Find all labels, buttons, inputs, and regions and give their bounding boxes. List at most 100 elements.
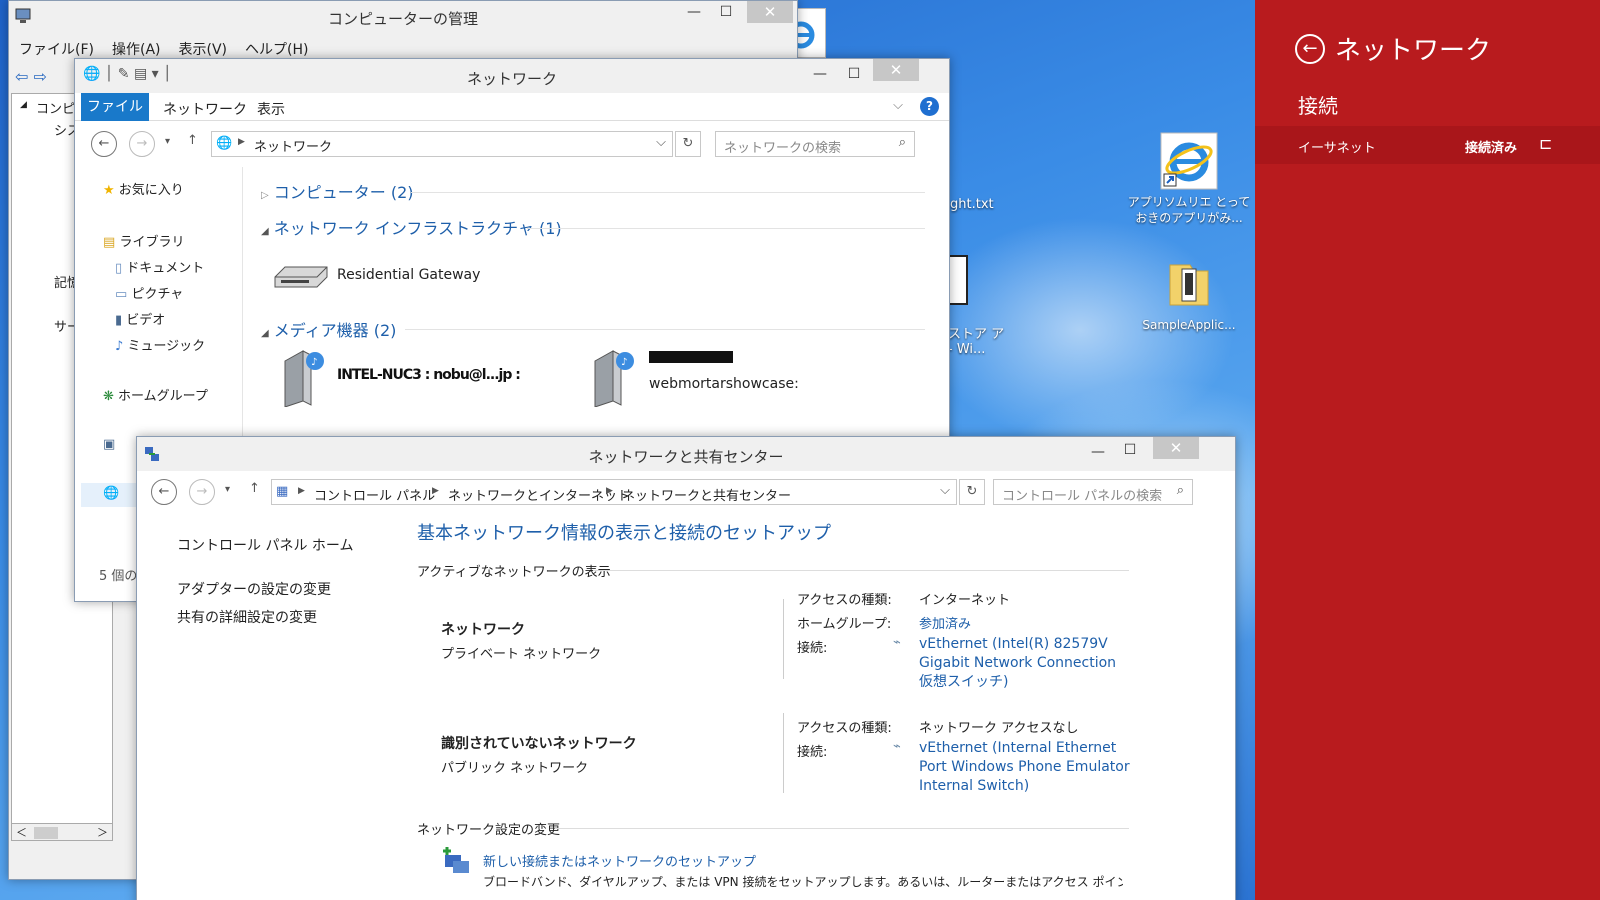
desktop-file-label[interactable]: ght.txt [950, 197, 994, 212]
network1-connection-link[interactable]: vEthernet (Intel(R) 82579V Gigabit Netwo… [919, 635, 1133, 692]
media-device-2[interactable]: ♪ webmortarshowcase: [591, 347, 911, 409]
nav-favorites[interactable]: ★ お気に入り [103, 179, 184, 198]
nav-videos[interactable]: ▮ ビデオ [115, 309, 165, 328]
group-computers-label: コンピューター (2) [273, 183, 414, 202]
group-computers[interactable]: ▷ コンピューター (2) [261, 179, 414, 203]
nsc-titlebar[interactable]: ネットワークと共有センター — ☐ ✕ [137, 437, 1235, 471]
close-button[interactable]: ✕ [747, 1, 793, 23]
store-tile-icon[interactable] [948, 255, 968, 305]
group-media[interactable]: ◢ メディア機器 (2) [261, 317, 396, 341]
network1-type: プライベート ネットワーク [441, 647, 602, 662]
link-control-panel-home[interactable]: コントロール パネル ホーム [177, 535, 353, 555]
nsc-recent-icon[interactable]: ▾ [225, 484, 230, 495]
nsc-refresh-icon[interactable]: ↻ [959, 479, 985, 505]
help-icon[interactable]: ? [920, 97, 939, 116]
nav-favorites-label: お気に入り [118, 183, 184, 198]
group-infrastructure[interactable]: ◢ ネットワーク インフラストラクチャ (1) [261, 215, 562, 239]
breadcrumb-network-internet[interactable]: ネットワークとインターネット [448, 485, 630, 504]
nsc-minimize-button[interactable]: — [1083, 441, 1113, 463]
nsc-search-input[interactable]: コントロール パネルの検索 ⌕ [993, 479, 1193, 505]
explorer-titlebar[interactable]: 🌐 │ ✎ ▤ ▾ │ ネットワーク — ☐ ✕ [75, 59, 949, 93]
nsc-address-dropdown-icon[interactable]: ⌵ [940, 483, 950, 498]
group-divider [411, 192, 925, 193]
nav-pictures[interactable]: ▭ ピクチャ [115, 283, 183, 302]
nav-network-selected[interactable]: 🌐 [81, 483, 141, 507]
ribbon-tab-file[interactable]: ファイル [81, 93, 149, 121]
breadcrumb-control-panel[interactable]: コントロール パネル [314, 485, 435, 504]
link-advanced-sharing-settings[interactable]: 共有の詳細設定の変更 [177, 607, 317, 627]
nsc-forward-button[interactable]: → [189, 479, 215, 505]
search-icon: ⌕ [898, 135, 906, 150]
picture-icon: ▭ [115, 287, 128, 302]
homegroup-icon: ❋ [103, 389, 114, 404]
nav-pictures-label: ピクチャ [131, 287, 184, 302]
desktop-folder-shortcut[interactable]: SampleApplic... [1126, 255, 1252, 333]
star-icon: ★ [103, 183, 115, 198]
gateway-item[interactable]: Residential Gateway [271, 259, 571, 295]
desktop-store-label-1[interactable]: ストア ア [948, 323, 1004, 342]
up-arrow-icon[interactable]: ↑ [187, 133, 198, 148]
desktop-ie-shortcut[interactable]: アプリソムリエ とっておきのアプリがみ... [1126, 132, 1252, 226]
group-divider [527, 228, 925, 229]
active-networks-header: アクティブなネットワークの表示 [417, 565, 611, 580]
new-connection-description: ブロードバンド、ダイヤルアップ、または VPN 接続をセットアップします。あるい… [483, 875, 1123, 889]
ribbon-tab-network[interactable]: ネットワーク [163, 99, 247, 119]
explorer-minimize-button[interactable]: — [805, 63, 835, 85]
document-icon: ▯ [115, 261, 123, 276]
scroll-thumb[interactable] [34, 827, 58, 839]
svg-text:♪: ♪ [621, 357, 627, 368]
ribbon-tab-view[interactable]: 表示 [257, 99, 285, 119]
nsc-search-placeholder: コントロール パネルの検索 [1002, 489, 1163, 504]
video-icon: ▮ [115, 313, 123, 328]
explorer-address-bar[interactable]: 🌐 ▶ ネットワーク ⌵ [211, 131, 673, 157]
nav-documents[interactable]: ▯ ドキュメント [115, 257, 204, 276]
nav-music[interactable]: ♪ ミュージック [115, 335, 205, 354]
maximize-button[interactable]: ☐ [711, 1, 741, 23]
network-sharing-center-window: ネットワークと共有センター — ☐ ✕ ← → ▾ ↑ ▦ ▶ コントロール パ… [136, 436, 1236, 900]
charm-back-button[interactable]: ← [1295, 34, 1325, 64]
nav-homegroup[interactable]: ❋ ホームグループ [103, 385, 208, 404]
breadcrumb-network-sharing[interactable]: ネットワークと共有センター [622, 485, 791, 504]
nsc-back-button[interactable]: ← [151, 479, 177, 505]
refresh-icon[interactable]: ↻ [675, 131, 701, 157]
back-forward-arrows[interactable]: ⇦ ⇨ [15, 67, 47, 86]
link-change-adapter-settings[interactable]: アダプターの設定の変更 [177, 579, 331, 599]
tree-collapse-icon[interactable]: ◢ [20, 100, 27, 110]
explorer-maximize-button[interactable]: ☐ [839, 63, 869, 85]
minimize-button[interactable]: — [679, 1, 709, 23]
network-charm-panel: ← ネットワーク 接続 イーサネット 接続済み ⊏ [1255, 0, 1600, 900]
ethernet-adapter-icon: ⌁ [893, 739, 901, 754]
media-device-1[interactable]: ♪ INTEL-NUC3 : nobu@l...jp : [281, 347, 591, 409]
charm-ethernet-item[interactable]: イーサネット 接続済み ⊏ [1255, 126, 1600, 164]
network1-access-value: インターネット [919, 593, 1011, 608]
charm-ethernet-name: イーサネット [1298, 141, 1376, 156]
change-settings-header: ネットワーク設定の変更 [417, 823, 561, 838]
scroll-right-icon[interactable]: ＞ [97, 824, 108, 840]
explorer-close-button[interactable]: ✕ [873, 59, 919, 81]
computer-management-titlebar[interactable]: コンピューターの管理 — ☐ ✕ [9, 1, 797, 31]
recent-locations-icon[interactable]: ▾ [165, 136, 170, 147]
network2-divider [783, 713, 784, 793]
desktop-store-label-2[interactable]: - Wi... [948, 342, 985, 357]
network2-connection-link[interactable]: vEthernet (Internal Ethernet Port Window… [919, 739, 1137, 796]
network1-connection-label: 接続: [797, 641, 828, 656]
nsc-maximize-button[interactable]: ☐ [1115, 439, 1145, 461]
nav-library[interactable]: ▤ ライブラリ [103, 231, 184, 250]
new-connection-link[interactable]: 新しい接続またはネットワークのセットアップ [483, 851, 756, 870]
tree-horizontal-scrollbar[interactable]: ＜ ＞ [11, 823, 113, 841]
nsc-address-bar[interactable]: ▦ ▶ コントロール パネル ▶ ネットワークとインターネット ▶ ネットワーク… [271, 479, 957, 505]
nsc-close-button[interactable]: ✕ [1153, 437, 1199, 459]
explorer-status-text: 5 個の [99, 569, 138, 584]
explorer-forward-button[interactable]: → [129, 131, 155, 157]
address-dropdown-icon[interactable]: ⌵ [656, 135, 666, 150]
nsc-up-arrow-icon[interactable]: ↑ [249, 481, 260, 496]
explorer-back-button[interactable]: ← [91, 131, 117, 157]
ribbon-expand-icon[interactable]: ⌵ [893, 98, 903, 113]
group-divider [405, 329, 925, 330]
explorer-search-input[interactable]: ネットワークの検索 ⌕ [715, 131, 915, 157]
nav-computer-icon[interactable]: ▣ [103, 437, 115, 452]
address-text: ネットワーク [254, 140, 333, 155]
scroll-left-icon[interactable]: ＜ [16, 824, 27, 840]
network1-homegroup-link[interactable]: 参加済み [919, 613, 971, 632]
network1-name: ネットワーク [441, 622, 525, 638]
